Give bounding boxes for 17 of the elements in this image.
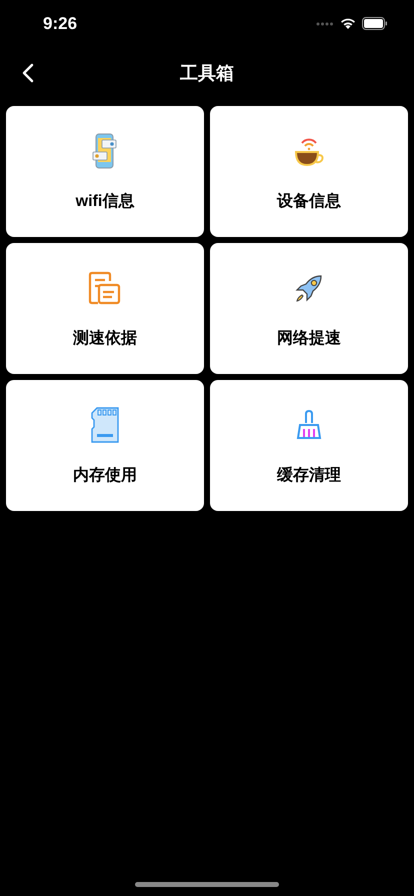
- status-time: 9:26: [43, 12, 78, 35]
- tool-card[interactable]: 内存使用: [6, 380, 204, 511]
- phone-chat-icon: [92, 133, 118, 169]
- broom-icon: [296, 410, 322, 440]
- rocket-icon: [294, 273, 324, 303]
- memory-card-icon: [90, 407, 120, 443]
- tool-card[interactable]: 缓存清理: [210, 380, 408, 511]
- tool-card[interactable]: wifi信息: [6, 106, 204, 237]
- signal-icon: [316, 22, 334, 26]
- wifi-icon: [340, 18, 356, 30]
- back-icon: [22, 63, 34, 83]
- documents-icon: [88, 271, 122, 305]
- tool-card[interactable]: 网络提速: [210, 243, 408, 374]
- tool-card[interactable]: 设备信息: [210, 106, 408, 237]
- page-title: 工具箱: [180, 62, 234, 84]
- battery-icon: [362, 17, 388, 30]
- tool-card[interactable]: 测速依据: [6, 243, 204, 374]
